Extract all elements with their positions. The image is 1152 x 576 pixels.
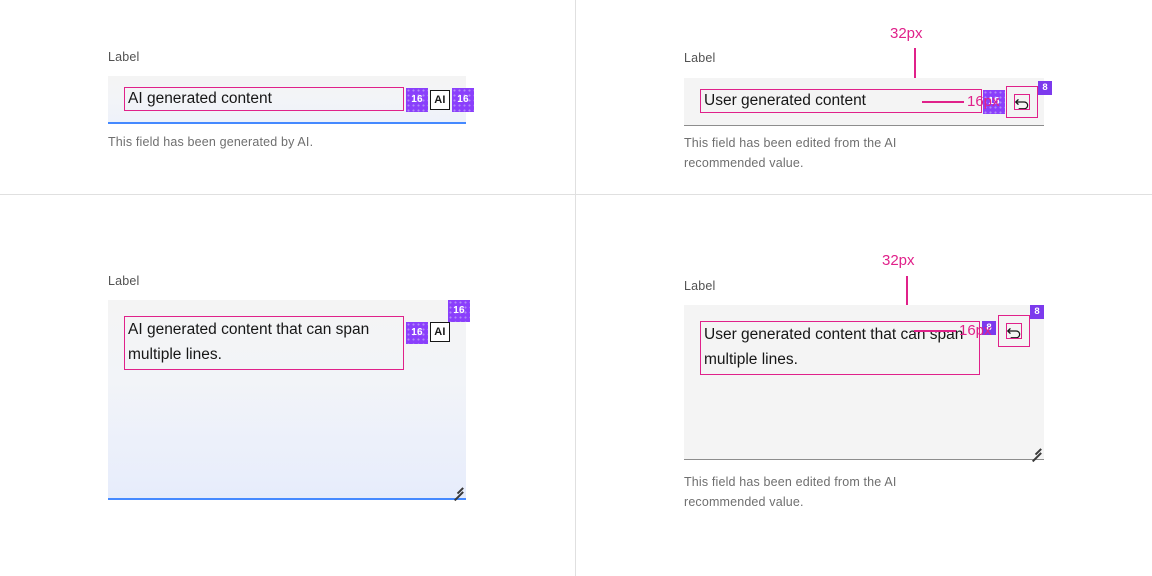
input-value: AI generated content — [128, 89, 272, 109]
size-annotation-label: 32px — [890, 25, 923, 43]
ai-textarea[interactable]: AI generated content that can span multi… — [108, 300, 466, 500]
size-annotation-label: 32px — [882, 252, 915, 270]
field-label: Label — [684, 49, 715, 67]
undo-icon — [1013, 93, 1031, 111]
leader-line-vertical — [906, 276, 908, 305]
spacing-block-right: 16 — [452, 88, 474, 112]
helper-text: This field has been edited from the AI r… — [684, 133, 974, 173]
resize-handle[interactable] — [1028, 443, 1041, 456]
spacing-block-left: 16 — [406, 88, 428, 112]
field-label-text: Label — [108, 50, 139, 64]
field-label-text: Label — [684, 51, 715, 65]
field-label: Label — [108, 272, 139, 290]
leader-line-vertical — [914, 48, 916, 78]
revert-button[interactable] — [998, 315, 1030, 347]
textarea-value: AI generated content that can span multi… — [128, 317, 386, 367]
corner-spacing-badge: 8 — [1038, 81, 1052, 95]
helper-text: This field has been edited from the AI r… — [684, 472, 974, 512]
panel-ai-text-input: Label AI generated content 16 AI 16 This… — [0, 0, 576, 195]
field-label: Label — [108, 48, 139, 66]
field-label: Label — [684, 277, 715, 295]
resize-handle[interactable] — [450, 482, 463, 495]
panel-ai-textarea: Label AI generated content that can span… — [0, 195, 576, 576]
spacing-block-top: 16 — [448, 300, 470, 322]
textarea-value: User generated content that can span mul… — [704, 322, 966, 372]
undo-icon — [1005, 322, 1023, 340]
ai-slug-badge[interactable]: AI — [430, 90, 450, 110]
corner-spacing-badge: 8 — [1030, 305, 1044, 319]
field-label-text: Label — [684, 279, 715, 293]
ai-text-input[interactable]: AI generated content 16 AI 16 — [108, 76, 466, 124]
helper-text: This field has been generated by AI. — [108, 132, 313, 152]
ai-slug-badge[interactable]: AI — [430, 322, 450, 342]
spec-grid: Label AI generated content 16 AI 16 This… — [0, 0, 1152, 576]
icon-size-annotation-label: 16px — [959, 322, 992, 340]
icon-size-annotation-label: 16px — [967, 93, 1000, 111]
panel-user-text-input: Label User generated content 16 — [576, 0, 1152, 195]
field-label-text: Label — [108, 274, 139, 288]
revert-button[interactable] — [1006, 86, 1038, 118]
spacing-block-left: 16 — [406, 322, 428, 344]
input-value: User generated content — [704, 91, 866, 111]
panel-user-textarea: Label User generated content that can sp… — [576, 195, 1152, 576]
